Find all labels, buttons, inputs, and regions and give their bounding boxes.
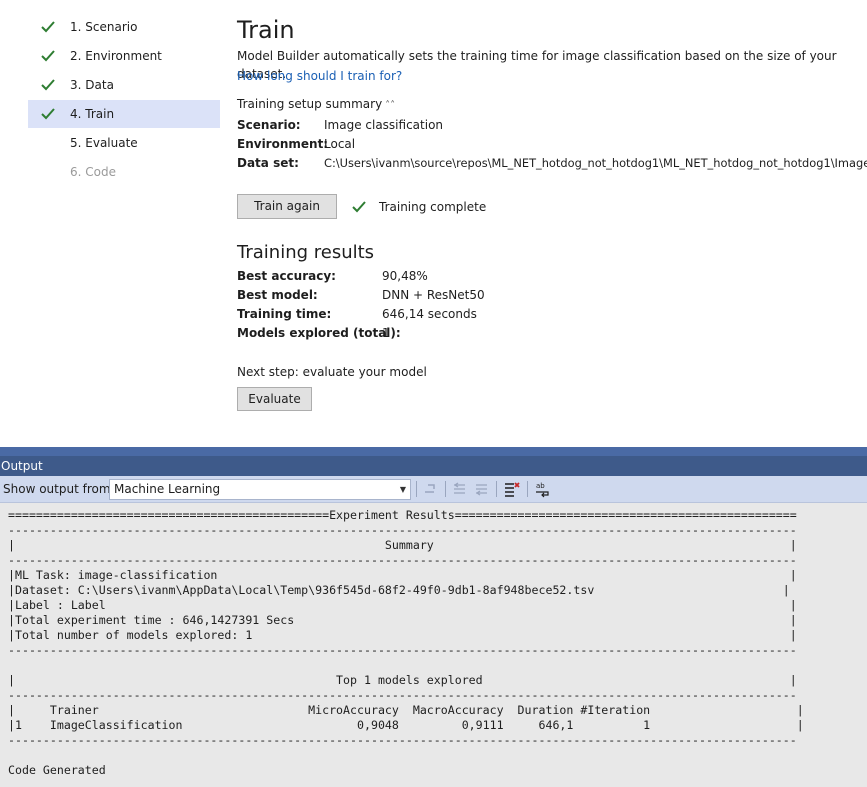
output-line: Code Generated (8, 763, 106, 777)
svg-text:ab: ab (536, 482, 545, 490)
step-label: 2. Environment (70, 49, 162, 63)
go-to-previous-message-icon[interactable] (451, 480, 469, 498)
summary-value-dataset: C:\Users\ivanm\source\repos\ML_NET_hotdo… (324, 156, 867, 170)
train-duration-help-link[interactable]: How long should I train for? (237, 67, 402, 85)
results-title: Training results (237, 242, 375, 263)
checkmark-icon (41, 50, 55, 62)
result-label-model: Best model: (237, 288, 318, 302)
step-environment[interactable]: 2. Environment (28, 42, 220, 70)
chevron-down-icon: ▼ (399, 485, 406, 494)
output-line: |Total number of models explored: 1 | (8, 628, 797, 642)
result-label-accuracy: Best accuracy: (237, 269, 336, 283)
output-line: |Dataset: C:\Users\ivanm\AppData\Local\T… (8, 583, 790, 597)
output-line: | Top 1 models explored | (8, 673, 797, 687)
output-line: |Total experiment time : 646,1427391 Sec… (8, 613, 797, 627)
toolbar-separator (527, 481, 528, 497)
checkmark-icon (41, 79, 55, 91)
step-train[interactable]: 4. Train (28, 100, 220, 128)
result-label-models-explored: Models explored (total): (237, 326, 401, 340)
output-line: | Summary | (8, 538, 797, 552)
output-window-title: Output (0, 456, 867, 476)
output-source-value: Machine Learning (114, 482, 221, 496)
output-line: |Label : Label | (8, 598, 797, 612)
step-label: 3. Data (70, 78, 114, 92)
output-line: ----------------------------------------… (8, 523, 797, 537)
step-label: 6. Code (70, 165, 116, 179)
clear-all-icon[interactable] (503, 480, 521, 498)
show-output-from-label: Show output from: (3, 482, 115, 496)
summary-value-scenario: Image classification (324, 118, 444, 132)
toolbar-separator (416, 481, 417, 497)
page-title: Train (237, 16, 295, 44)
summary-label-environment: Environment: (237, 137, 329, 151)
checkmark-icon (352, 201, 366, 213)
output-window-border (0, 447, 867, 456)
step-label: 5. Evaluate (70, 136, 138, 150)
toolbar-separator (496, 481, 497, 497)
output-line: |1 ImageClassification 0,9048 0,9111 646… (8, 718, 804, 732)
output-text-area[interactable]: ========================================… (0, 503, 867, 787)
result-value-time: 646,14 seconds (382, 307, 477, 321)
output-line: ----------------------------------------… (8, 553, 797, 567)
step-label: 4. Train (70, 107, 115, 121)
evaluate-button[interactable]: Evaluate (237, 387, 312, 411)
checkmark-icon (41, 21, 55, 33)
output-line: ----------------------------------------… (8, 688, 797, 702)
output-line: | Trainer MicroAccuracy MacroAccuracy Du… (8, 703, 804, 717)
next-step-text: Next step: evaluate your model (237, 365, 427, 379)
step-scenario[interactable]: 1. Scenario (28, 13, 220, 41)
go-to-next-message-icon[interactable] (473, 480, 491, 498)
result-value-model: DNN + ResNet50 (382, 288, 485, 302)
output-line: |ML Task: image-classification | (8, 568, 797, 582)
training-status: Training complete (379, 200, 487, 214)
result-label-time: Training time: (237, 307, 332, 321)
output-line: ----------------------------------------… (8, 733, 797, 747)
find-message-icon[interactable] (422, 480, 440, 498)
word-wrap-icon[interactable]: ab (534, 480, 552, 498)
checkmark-icon (41, 108, 55, 120)
summary-value-environment: Local (324, 137, 356, 151)
train-again-button[interactable]: Train again (237, 194, 337, 219)
summary-heading: Training setup summary (237, 97, 383, 111)
chevron-up-icon: ˄˄ (385, 100, 396, 111)
step-label: 1. Scenario (70, 20, 138, 34)
output-line: ----------------------------------------… (8, 643, 797, 657)
toolbar-separator (445, 481, 446, 497)
result-value-accuracy: 90,48% (382, 269, 428, 283)
summary-label-dataset: Data set: (237, 156, 299, 170)
step-evaluate[interactable]: 5. Evaluate (28, 129, 220, 157)
summary-toggle[interactable]: Training setup summary ˄˄ (237, 95, 395, 115)
output-line: ========================================… (8, 508, 797, 522)
summary-label-scenario: Scenario: (237, 118, 301, 132)
result-value-models-explored: 1 (382, 326, 390, 340)
step-data[interactable]: 3. Data (28, 71, 220, 99)
step-code: 6. Code (28, 158, 220, 186)
output-source-select[interactable]: Machine Learning ▼ (109, 479, 411, 500)
output-toolbar: Show output from: Machine Learning ▼ ab (0, 476, 867, 503)
